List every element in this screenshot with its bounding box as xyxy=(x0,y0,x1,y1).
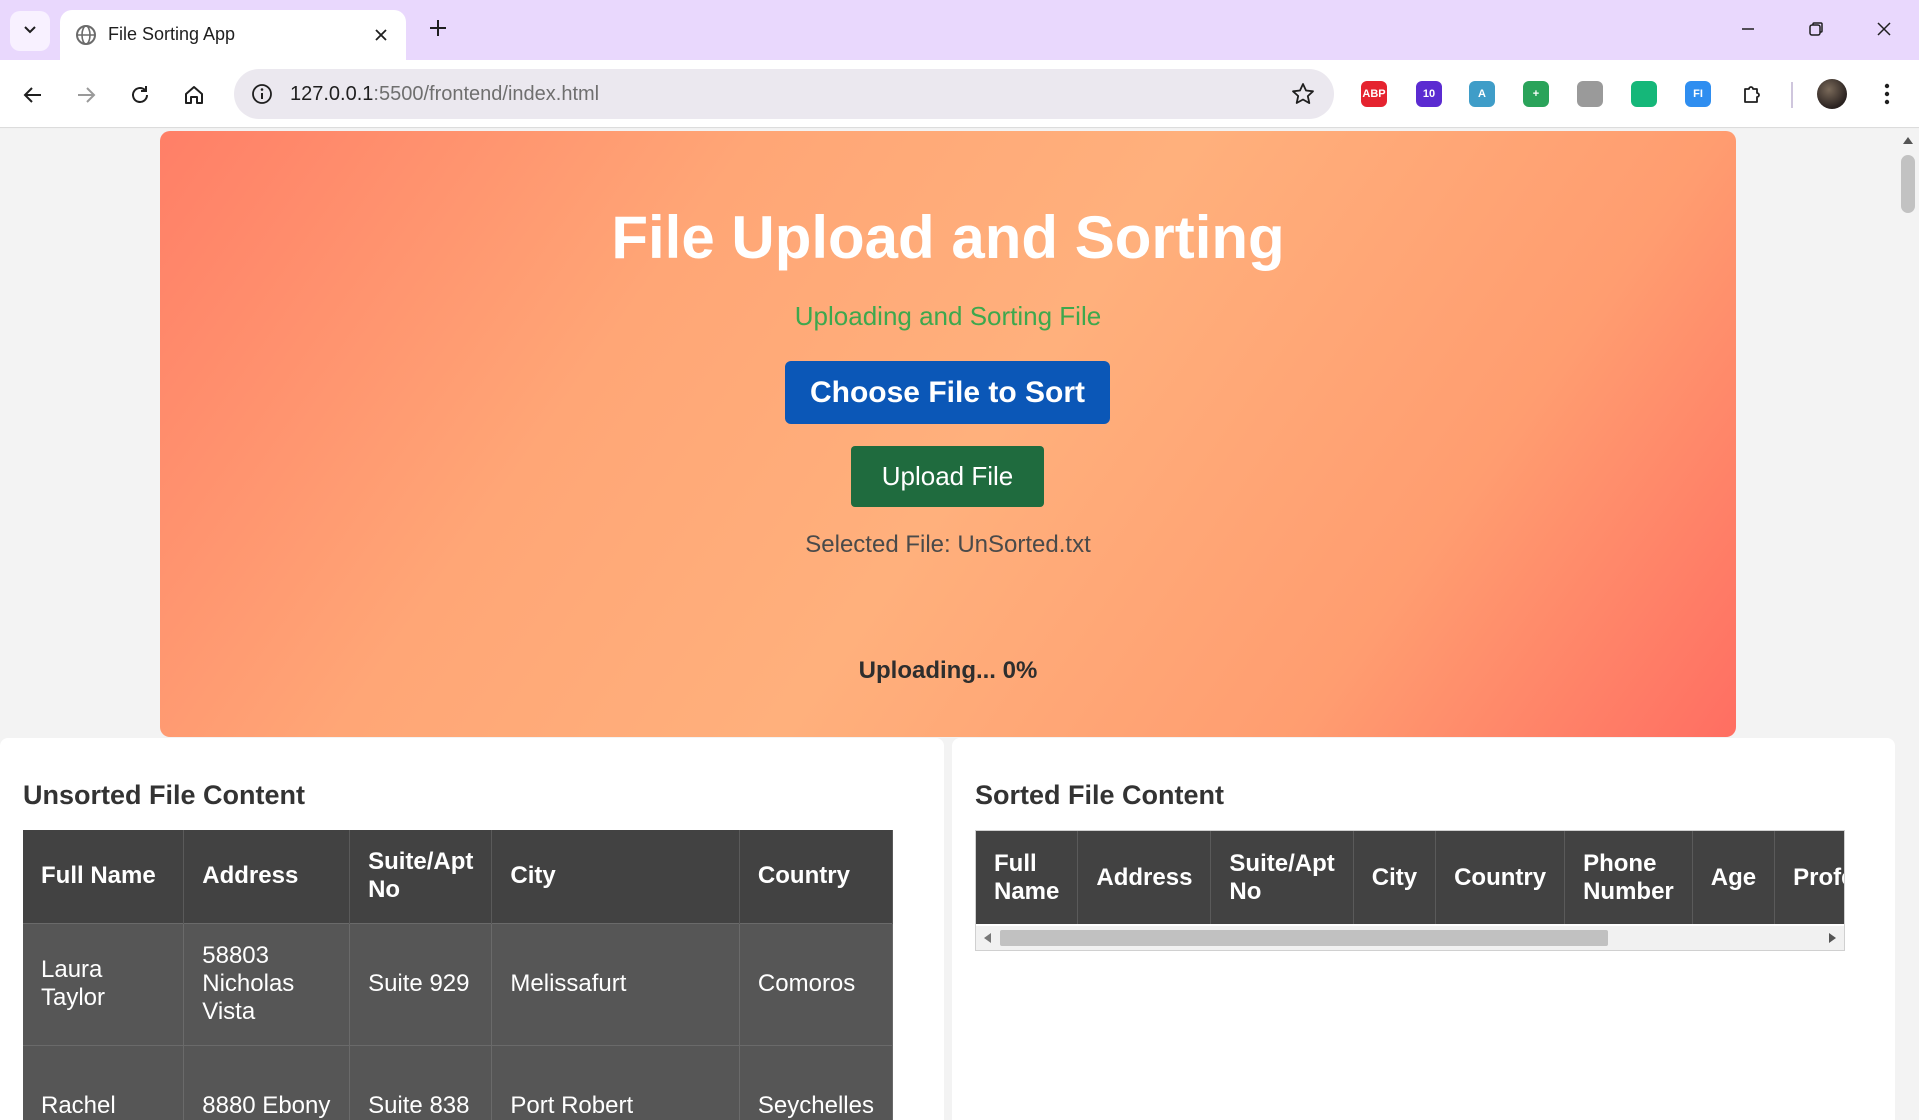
table-cell: Laura Taylor xyxy=(23,922,185,1045)
tab-strip: File Sorting App xyxy=(0,0,1919,60)
minimize-button[interactable] xyxy=(1726,14,1770,44)
back-button[interactable] xyxy=(13,75,53,115)
table-cell: Melissafurt xyxy=(491,922,740,1045)
adblock-plus-icon[interactable]: ABP xyxy=(1358,78,1390,110)
column-header: Age xyxy=(1692,831,1776,924)
scrollbar-thumb[interactable] xyxy=(1000,930,1608,946)
column-header: Suite/Apt No xyxy=(1210,831,1354,924)
close-window-icon xyxy=(1877,22,1891,36)
column-header: Full Name xyxy=(976,831,1079,924)
column-header: Suite/Apt No xyxy=(349,830,493,923)
add-doc-icon[interactable]: + xyxy=(1520,78,1552,110)
graduation-cap-icon-badge: 10 xyxy=(1416,81,1442,107)
table-cell: 8880 Ebony xyxy=(183,1044,351,1120)
site-info-icon[interactable] xyxy=(250,82,274,106)
bookmark-star-icon[interactable] xyxy=(1290,81,1316,107)
arrow-right-icon xyxy=(78,87,96,103)
scroll-left-icon[interactable] xyxy=(984,933,991,943)
text-a-icon[interactable]: A xyxy=(1466,78,1498,110)
scroll-right-icon[interactable] xyxy=(1829,933,1836,943)
table-cell: Suite 838 xyxy=(349,1044,493,1120)
table-header-row: Full Name Address Suite/Apt No City Coun… xyxy=(976,831,1844,924)
fi-icon-badge: FI xyxy=(1685,81,1711,107)
more-vert-icon xyxy=(1884,83,1890,105)
profile-avatar[interactable] xyxy=(1817,79,1847,109)
tab-title: File Sorting App xyxy=(108,24,236,44)
address-bar[interactable]: 127.0.0.1:5500/frontend/index.html xyxy=(234,69,1334,119)
close-icon[interactable] xyxy=(368,22,394,48)
reload-button[interactable] xyxy=(120,75,160,115)
home-icon xyxy=(185,86,203,104)
sync-icon-badge xyxy=(1631,81,1657,107)
scroll-up-icon[interactable] xyxy=(1903,137,1913,144)
column-header: Country xyxy=(1435,831,1566,924)
reload-icon xyxy=(132,86,148,103)
browser-tab[interactable]: File Sorting App xyxy=(60,10,406,60)
url-text: 127.0.0.1:5500/frontend/index.html xyxy=(290,83,599,105)
sorted-table-scroller[interactable]: Full Name Address Suite/Apt No City Coun… xyxy=(975,830,1845,951)
globe-icon xyxy=(74,23,98,47)
graduation-cap-icon[interactable]: 10 xyxy=(1413,78,1445,110)
close-window-button[interactable] xyxy=(1862,14,1906,44)
extensions-puzzle-icon[interactable] xyxy=(1737,78,1769,110)
text-a-icon-badge: A xyxy=(1469,81,1495,107)
column-header: Profe xyxy=(1774,831,1844,924)
url-host: 127.0.0.1 xyxy=(290,83,374,105)
column-header: Country xyxy=(739,830,894,923)
forward-button[interactable] xyxy=(66,75,106,115)
sorted-title: Sorted File Content xyxy=(975,780,1224,810)
table-cell: Comoros xyxy=(739,922,894,1045)
upload-file-button[interactable]: Upload File xyxy=(851,446,1044,507)
new-tab-button[interactable] xyxy=(424,14,452,42)
table-row: Rachel 8880 Ebony Suite 838 Port Robert … xyxy=(23,1044,894,1120)
table-cell: 58803 Nicholas Vista xyxy=(183,922,351,1045)
column-header: Address xyxy=(183,830,351,923)
browser-menu-button[interactable] xyxy=(1872,79,1902,109)
table-header-row: Full Name Address Suite/Apt No City Coun… xyxy=(23,830,894,923)
upload-progress-text: Uploading... 0% xyxy=(858,657,1038,684)
table-cell: Rachel xyxy=(23,1044,185,1120)
tab-search-button[interactable] xyxy=(10,11,50,51)
vertical-scrollbar[interactable] xyxy=(1897,129,1919,1120)
upload-container: File Upload and Sorting Uploading and So… xyxy=(160,131,1736,737)
unsorted-title: Unsorted File Content xyxy=(23,780,305,810)
home-button[interactable] xyxy=(174,75,214,115)
chevron-down-icon xyxy=(22,21,38,42)
table-cell: Seychelles xyxy=(739,1044,894,1120)
toolbar-separator xyxy=(1791,82,1793,108)
page-viewport: File Upload and Sorting Uploading and So… xyxy=(0,129,1897,1120)
table-cell: Suite 929 xyxy=(349,922,493,1045)
column-header: Phone Number xyxy=(1564,831,1693,924)
scrollbar-thumb[interactable] xyxy=(1901,155,1915,213)
restore-icon xyxy=(1809,22,1823,36)
unsorted-panel: Unsorted File Content Full Name Address … xyxy=(0,738,944,1120)
table-row: Laura Taylor 58803 Nicholas Vista Suite … xyxy=(23,922,894,1045)
add-doc-icon-badge: + xyxy=(1523,81,1549,107)
column-header: City xyxy=(491,830,740,923)
table-cell: Port Robert xyxy=(491,1044,740,1120)
sync-icon[interactable] xyxy=(1628,78,1660,110)
fi-icon[interactable]: FI xyxy=(1682,78,1714,110)
url-path: :5500/frontend/index.html xyxy=(373,83,600,105)
horizontal-scrollbar[interactable] xyxy=(976,926,1844,950)
browser-toolbar: 127.0.0.1:5500/frontend/index.html ABP 10… xyxy=(0,60,1919,128)
restore-button[interactable] xyxy=(1794,14,1838,44)
selected-file-label: Selected File: UnSorted.txt xyxy=(805,531,1091,558)
plus-icon xyxy=(430,20,446,36)
page-title: File Upload and Sorting xyxy=(611,204,1285,271)
adblock-plus-icon-badge: ABP xyxy=(1361,81,1387,107)
column-header: Address xyxy=(1077,831,1212,924)
choose-file-button[interactable]: Choose File to Sort xyxy=(785,361,1110,424)
column-header: Full Name xyxy=(23,830,185,923)
sorted-panel: Sorted File Content Full Name Address Su… xyxy=(952,738,1895,1120)
arrow-left-icon xyxy=(23,87,41,103)
column-header: City xyxy=(1353,831,1437,924)
unsorted-table: Full Name Address Suite/Apt No City Coun… xyxy=(23,830,894,1120)
sorted-table: Full Name Address Suite/Apt No City Coun… xyxy=(976,831,1844,924)
camera-icon[interactable] xyxy=(1574,78,1606,110)
camera-icon-badge xyxy=(1577,81,1603,107)
minimize-icon xyxy=(1742,28,1754,30)
status-message: Uploading and Sorting File xyxy=(794,301,1102,331)
